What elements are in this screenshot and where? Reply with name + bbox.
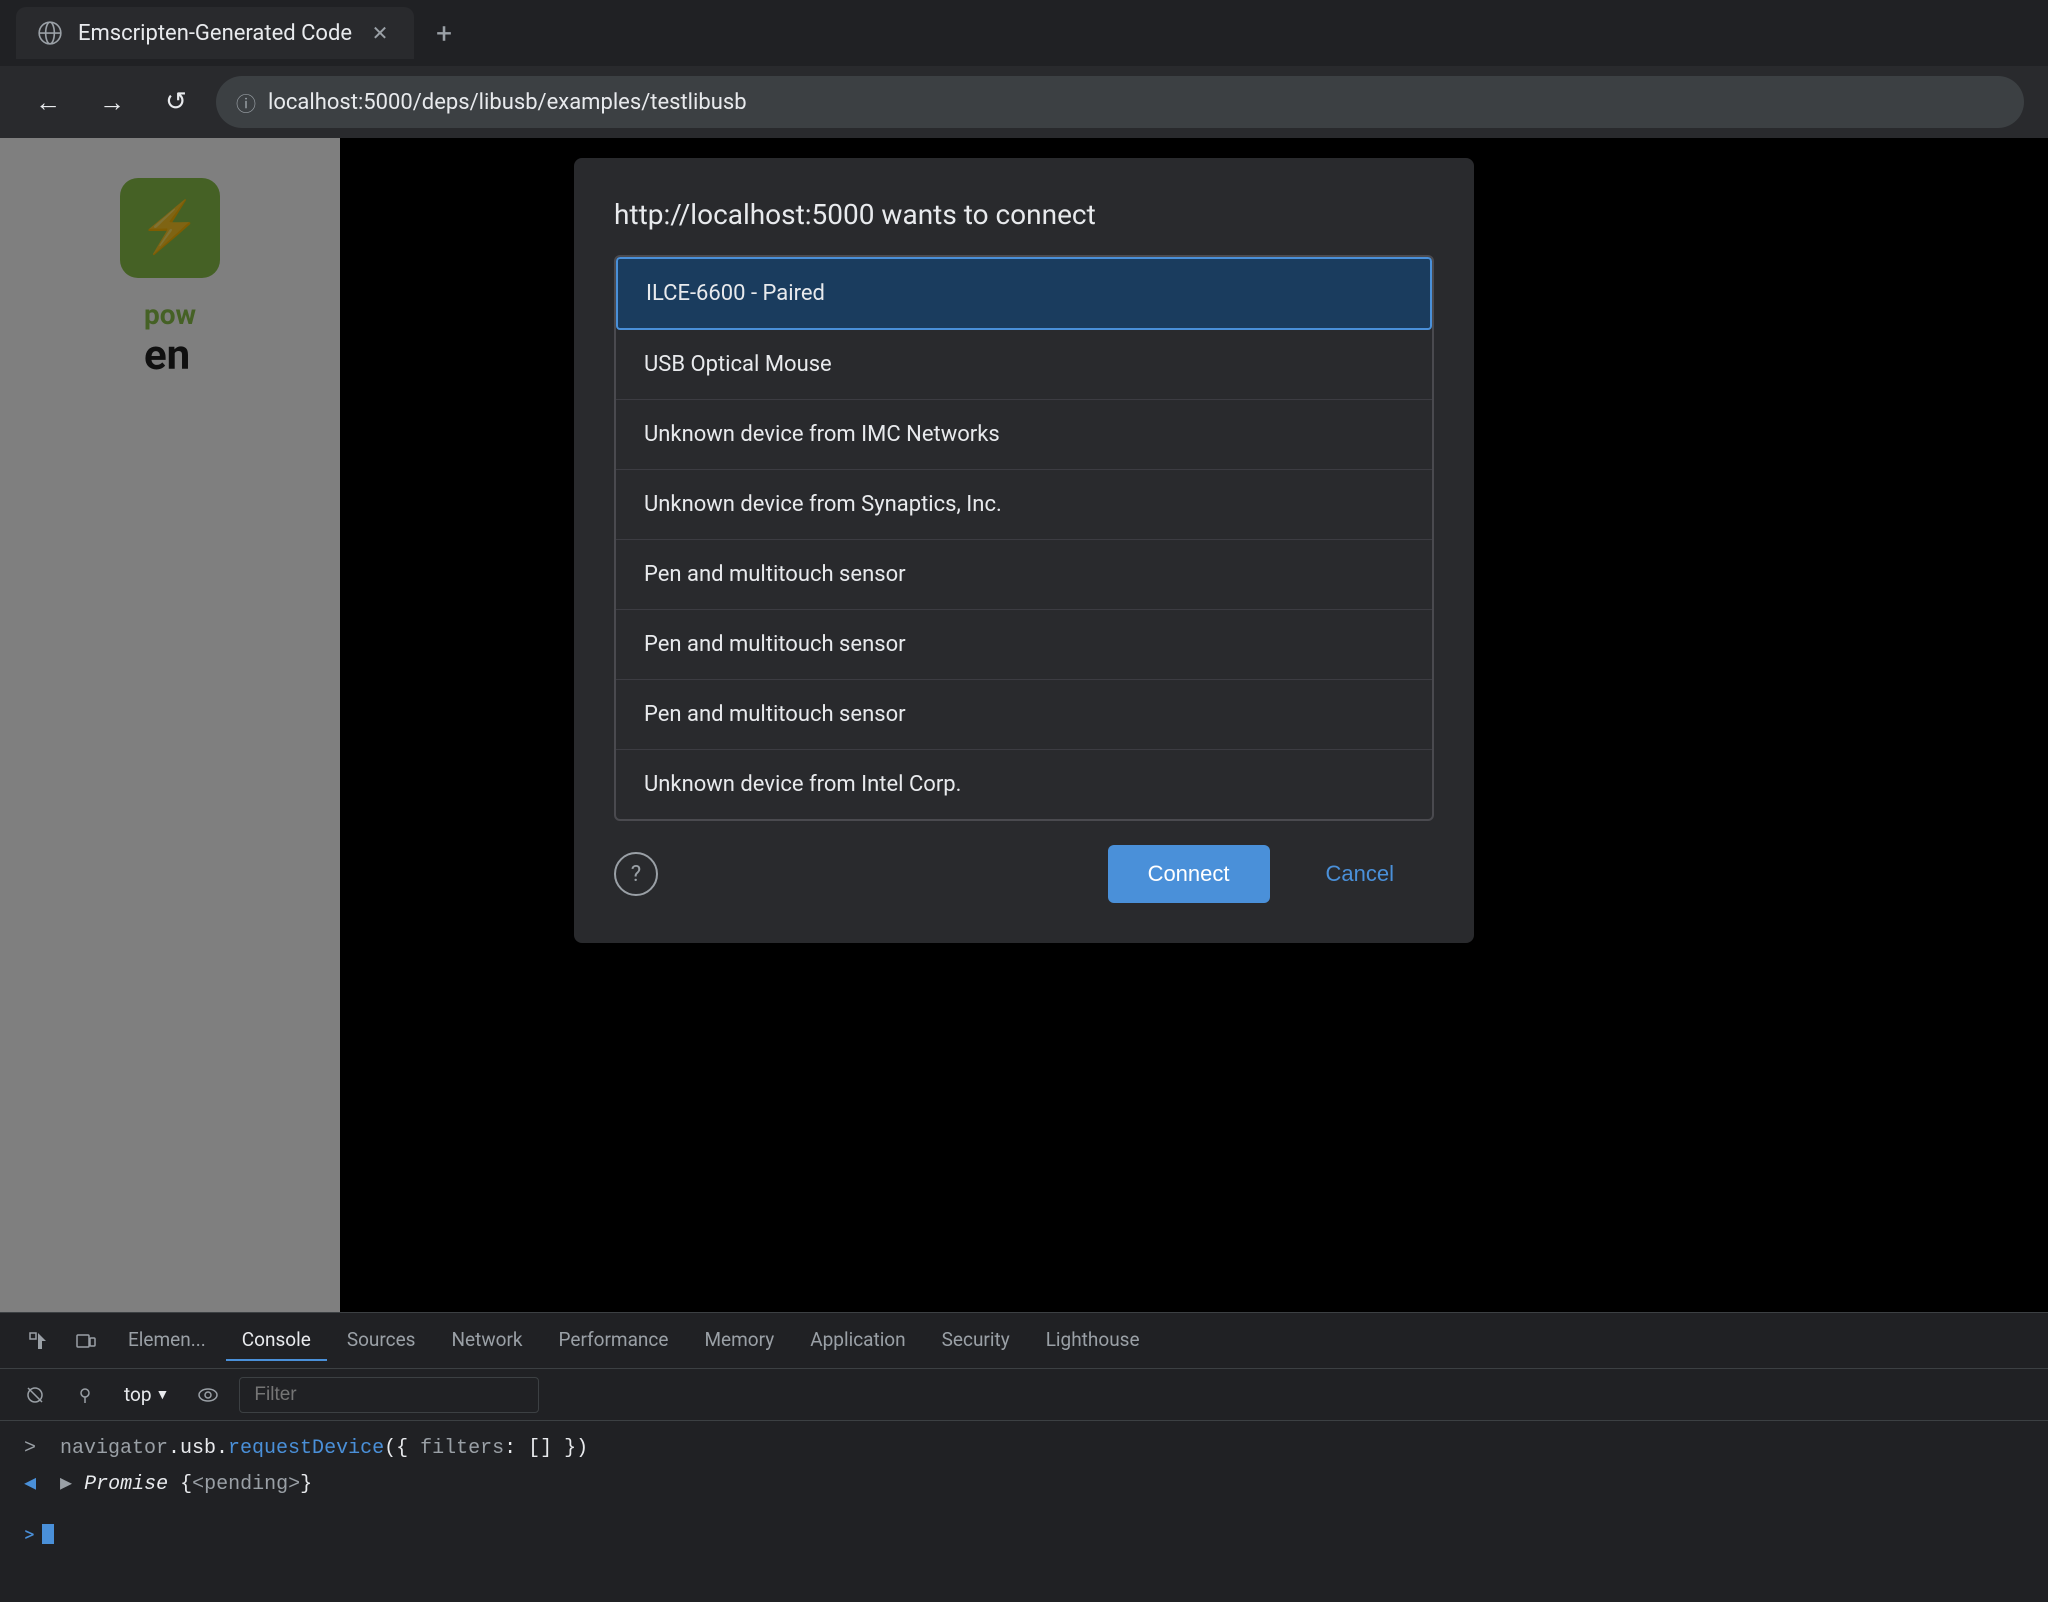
devtools-console: > navigator.usb.requestDevice({ filters:… — [0, 1421, 2048, 1512]
top-context-label: top — [124, 1383, 152, 1406]
back-button[interactable]: ← — [24, 78, 72, 126]
eye-button[interactable] — [189, 1376, 227, 1414]
clear-console-button[interactable] — [16, 1376, 54, 1414]
tab-bar: Emscripten-Generated Code ✕ + — [0, 0, 2048, 66]
devtools-tab-security[interactable]: Security — [926, 1320, 1026, 1361]
device-item-pen-multi-3[interactable]: Pen and multitouch sensor — [616, 680, 1432, 750]
address-bar-row: ← → ↺ ⓘ localhost:5000/deps/libusb/examp… — [0, 66, 2048, 138]
filter-button[interactable] — [66, 1376, 104, 1414]
devtools-tab-application[interactable]: Application — [794, 1320, 921, 1361]
dialog-buttons: Connect Cancel — [1108, 845, 1434, 903]
console-line-output: ◀ ▶ Promise {<pending>} — [24, 1470, 2024, 1496]
device-item-imc-networks[interactable]: Unknown device from IMC Networks — [616, 400, 1432, 470]
device-item-synaptics[interactable]: Unknown device from Synaptics, Inc. — [616, 470, 1432, 540]
address-text: localhost:5000/deps/libusb/examples/test… — [268, 90, 747, 115]
console-input-prompt: > — [24, 1437, 48, 1460]
help-icon[interactable]: ? — [614, 852, 658, 896]
devtools-tab-elements[interactable]: Elemen... — [112, 1320, 222, 1361]
cancel-button[interactable]: Cancel — [1286, 845, 1434, 903]
browser-chrome: Emscripten-Generated Code ✕ + ← → ↺ ⓘ lo… — [0, 0, 2048, 138]
forward-button[interactable]: → — [88, 78, 136, 126]
bottom-prompt-arrow: > — [24, 1522, 34, 1546]
dialog-footer: ? Connect Cancel — [614, 845, 1434, 903]
console-output-code: ▶ Promise {<pending>} — [60, 1470, 312, 1496]
console-input-code: navigator.usb.requestDevice({ filters: [… — [60, 1437, 588, 1460]
devtools-tab-sources[interactable]: Sources — [331, 1320, 432, 1361]
console-cursor — [42, 1524, 54, 1544]
chevron-down-icon: ▼ — [156, 1386, 170, 1403]
dialog-title: http://localhost:5000 wants to connect — [614, 198, 1434, 231]
top-context-dropdown[interactable]: top ▼ — [116, 1379, 177, 1410]
reload-button[interactable]: ↺ — [152, 78, 200, 126]
console-output-arrow: ◀ — [24, 1470, 48, 1496]
devtools-tab-memory[interactable]: Memory — [688, 1320, 790, 1361]
console-line-input: > navigator.usb.requestDevice({ filters:… — [24, 1437, 2024, 1460]
dialog-overlay: http://localhost:5000 wants to connect I… — [0, 138, 2048, 1312]
tab-title: Emscripten-Generated Code — [78, 21, 352, 46]
device-item-pen-multi-2[interactable]: Pen and multitouch sensor — [616, 610, 1432, 680]
tab-close-button[interactable]: ✕ — [366, 19, 394, 47]
new-tab-button[interactable]: + — [422, 11, 466, 55]
devtools-tabs: Elemen... Console Sources Network Perfor… — [0, 1313, 2048, 1369]
console-filter-input[interactable] — [239, 1377, 539, 1413]
tab-favicon — [36, 19, 64, 47]
devtools-tab-performance[interactable]: Performance — [543, 1320, 685, 1361]
address-info-icon: ⓘ — [236, 88, 256, 117]
device-item-pen-multi-1[interactable]: Pen and multitouch sensor — [616, 540, 1432, 610]
page-content: pow en http://localhost:5000 wants to co… — [0, 138, 2048, 1312]
devtools-toolbar: top ▼ — [0, 1369, 2048, 1421]
usb-dialog: http://localhost:5000 wants to connect I… — [574, 158, 1474, 943]
devtools-tab-console[interactable]: Console — [226, 1320, 327, 1361]
devtools-select-icon[interactable] — [16, 1319, 60, 1363]
browser-tab[interactable]: Emscripten-Generated Code ✕ — [16, 7, 414, 59]
connect-button[interactable]: Connect — [1108, 845, 1270, 903]
devtools-device-icon[interactable] — [64, 1319, 108, 1363]
devtools-tab-network[interactable]: Network — [436, 1320, 539, 1361]
devtools-tab-lighthouse[interactable]: Lighthouse — [1030, 1320, 1156, 1361]
device-list: ILCE-6600 - Paired USB Optical Mouse Unk… — [614, 255, 1434, 821]
device-item-intel-corp[interactable]: Unknown device from Intel Corp. — [616, 750, 1432, 819]
device-item-ilce6600[interactable]: ILCE-6600 - Paired — [616, 257, 1432, 330]
device-item-usb-mouse[interactable]: USB Optical Mouse — [616, 330, 1432, 400]
devtools-panel: Elemen... Console Sources Network Perfor… — [0, 1312, 2048, 1602]
devtools-bottom-prompt: > — [0, 1512, 2048, 1556]
address-bar[interactable]: ⓘ localhost:5000/deps/libusb/examples/te… — [216, 76, 2024, 128]
